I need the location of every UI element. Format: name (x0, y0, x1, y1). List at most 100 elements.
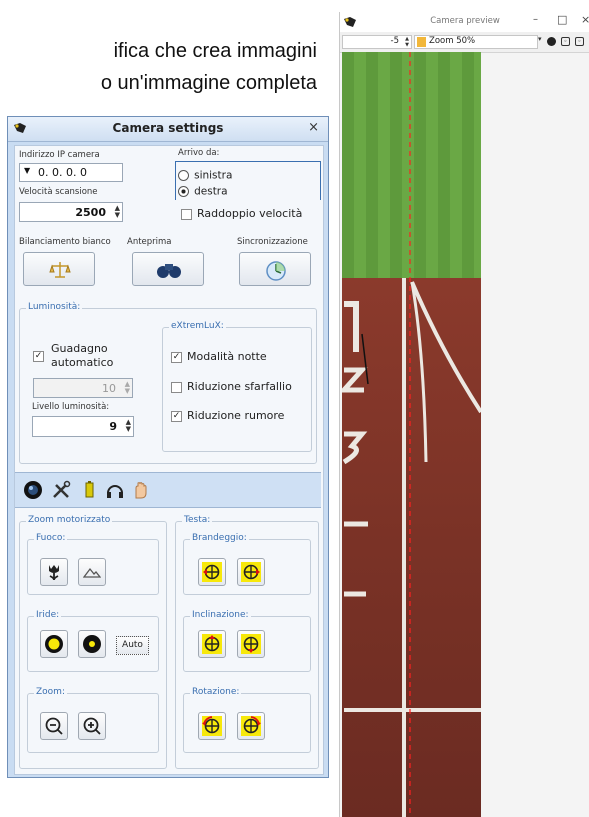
maximize-button[interactable]: □ (557, 13, 567, 26)
clock-icon (266, 261, 286, 281)
scan-speed-label: Velocità scansione (19, 187, 98, 197)
pan-group-label: Brandeggio: (190, 533, 249, 543)
gain-stepper[interactable]: 10 ▲ ▼ (33, 378, 133, 398)
camera-preview-titlebar[interactable]: Camera preview – □ × (340, 12, 589, 32)
scale-icon (49, 262, 71, 278)
radio-destra-label: destra (194, 185, 228, 198)
record-icon[interactable] (547, 37, 556, 46)
fullsize-icon[interactable]: ◦ (575, 37, 584, 46)
ip-label: Indirizzo IP camera (19, 150, 100, 160)
iris-auto-button[interactable]: Auto (116, 636, 149, 655)
camera-settings-window: Camera settings × Indirizzo IP camera ▼ … (7, 116, 329, 778)
document-text-line-1: ifica che crea immagini (113, 40, 317, 62)
iris-open-button[interactable] (40, 630, 68, 658)
zoom-out-button[interactable] (40, 712, 68, 740)
tulip-icon (49, 565, 59, 581)
tilt-down-button[interactable] (237, 630, 265, 658)
camera-settings-titlebar[interactable]: Camera settings × (8, 117, 328, 142)
spin-arrows-icon[interactable]: ▲ ▼ (126, 419, 131, 433)
close-button[interactable]: × (308, 120, 319, 135)
ip-address-field[interactable]: ▼ 0. 0. 0. 0 (19, 163, 123, 182)
radio-circle-icon[interactable] (178, 170, 189, 181)
focus-far-button[interactable] (78, 558, 106, 586)
rotate-right-icon (241, 716, 261, 736)
brightness-level-stepper[interactable]: 9 ▲ ▼ (32, 416, 134, 437)
night-mode-label: Modalità notte (187, 350, 267, 363)
focus-group-label: Fuoco: (34, 533, 68, 543)
camera-preview-window: Camera preview – □ × -5 ▲ ▼ Zoom 50% ▾ ◦ … (339, 12, 589, 817)
tilt-up-icon (202, 634, 222, 654)
track-markings (342, 52, 481, 817)
lens-icon[interactable] (23, 480, 43, 500)
scan-speed-stepper[interactable]: 2500 ▲ ▼ (19, 202, 123, 222)
double-speed-label: Raddoppio velocità (197, 207, 303, 220)
zoom-in-icon (83, 717, 101, 735)
camera-preview-image[interactable] (342, 52, 481, 817)
noise-label: Riduzione rumore (187, 409, 285, 422)
zoom-group-label: Zoom: (34, 687, 67, 697)
camera-settings-title: Camera settings (112, 121, 224, 135)
radio-selected-icon[interactable] (178, 186, 189, 197)
gain-value: 10 (102, 382, 116, 395)
spin-arrows-icon[interactable]: ▲ ▼ (405, 36, 409, 48)
binoculars-icon (157, 264, 181, 278)
offset-stepper[interactable]: -5 ▲ ▼ (342, 35, 412, 49)
iris-group-label: Iride: (34, 610, 62, 620)
pan-right-button[interactable] (237, 558, 265, 586)
pan-left-button[interactable] (198, 558, 226, 586)
zoom-in-button[interactable] (78, 712, 106, 740)
flicker-label: Riduzione sfarfallio (187, 380, 292, 393)
iris-open-icon (45, 635, 63, 653)
zoom-motor-group-label: Zoom motorizzato (26, 515, 113, 525)
tilt-up-button[interactable] (198, 630, 226, 658)
zoom-icon (417, 37, 426, 47)
sync-button[interactable] (239, 252, 311, 286)
headset-icon[interactable] (105, 480, 125, 500)
zoom-value: Zoom 50% (429, 36, 476, 46)
double-speed-checkbox[interactable] (181, 209, 192, 220)
brightness-level-value: 9 (109, 420, 117, 433)
zoom-dropdown[interactable]: Zoom 50% (414, 35, 538, 49)
extremlux-group-label: eXtremLuX: (169, 321, 226, 331)
radio-destra[interactable]: destra (178, 181, 228, 200)
tools-icon[interactable] (51, 480, 71, 500)
rotate-left-button[interactable] (198, 712, 226, 740)
spin-arrows-icon[interactable]: ▲ ▼ (125, 381, 130, 395)
white-balance-button[interactable] (23, 252, 95, 286)
hand-icon[interactable] (131, 480, 151, 500)
pan-right-icon (241, 562, 261, 582)
chevron-down-icon[interactable]: ▾ (538, 35, 542, 43)
sync-label: Sincronizzazione (237, 237, 308, 247)
camera-preview-title: Camera preview (430, 16, 500, 26)
fit-icon[interactable]: ◦ (561, 37, 570, 46)
battery-icon[interactable] (79, 480, 99, 500)
dropdown-arrow-icon[interactable]: ▼ (24, 166, 30, 175)
spin-arrows-icon[interactable]: ▲ ▼ (115, 205, 120, 219)
auto-gain-checkbox[interactable]: ✓ (33, 351, 44, 362)
ip-value: 0. 0. 0. 0 (38, 166, 87, 179)
auto-gain-label-2: automatico (51, 356, 114, 369)
iris-close-icon (83, 635, 101, 653)
night-mode-checkbox[interactable]: ✓ (171, 352, 182, 363)
tilt-down-icon (241, 634, 261, 654)
rotate-left-icon (202, 716, 222, 736)
close-button[interactable]: × (581, 13, 589, 26)
tab-strip (15, 472, 321, 508)
brightness-level-label: Livello luminosità: (32, 402, 110, 412)
focus-near-button[interactable] (40, 558, 68, 586)
preview-button[interactable] (132, 252, 204, 286)
white-balance-label: Bilanciamento bianco (19, 237, 111, 247)
radio-sinistra-label: sinistra (194, 169, 233, 182)
arrival-radio-group: sinistra destra (175, 161, 321, 200)
offset-value: -5 (390, 36, 399, 46)
iris-close-button[interactable] (78, 630, 106, 658)
flicker-checkbox[interactable] (171, 382, 182, 393)
noise-checkbox[interactable]: ✓ (171, 411, 182, 422)
rotate-right-button[interactable] (237, 712, 265, 740)
minimize-button[interactable]: – (533, 14, 538, 25)
head-group-label: Testa: (182, 515, 213, 525)
tilt-group-label: Inclinazione: (190, 610, 251, 620)
pan-left-icon (202, 562, 222, 582)
brightness-group-label: Luminosità: (26, 302, 83, 312)
scan-speed-value: 2500 (75, 206, 106, 219)
